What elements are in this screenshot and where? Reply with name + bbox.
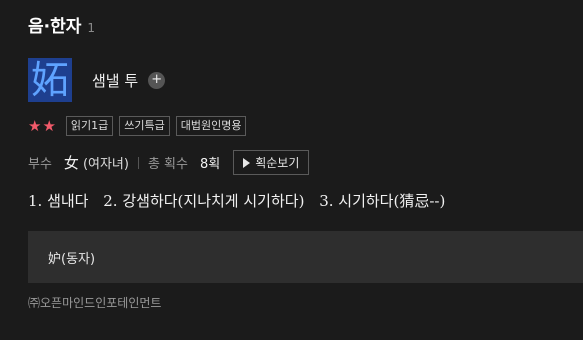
divider — [137, 156, 139, 169]
stroke-order-label: 획순보기 — [255, 156, 300, 170]
level-tags: ★★ 읽기1급 쓰기특급 대법원인명용 — [28, 116, 252, 136]
play-icon — [243, 157, 251, 168]
section-title: 음·한자 — [28, 17, 82, 37]
related-hanja[interactable]: 妒(동자) — [48, 248, 95, 267]
add-to-wordbook-button[interactable]: + — [148, 71, 166, 89]
radical-label: 부수 — [28, 157, 52, 172]
hanja-character[interactable]: 妬 — [28, 58, 72, 102]
hanja-meaning[interactable]: 샘낼 투 — [92, 70, 138, 91]
importance-stars-icon: ★★ — [28, 117, 57, 135]
hanja-heading: 妬 샘낼 투 + — [28, 58, 166, 102]
tag-name-use: 대법원인명용 — [175, 116, 247, 136]
definition-item: 1. 샘내다 — [28, 192, 89, 210]
plus-circle-icon: + — [151, 71, 163, 87]
tag-writing-level: 쓰기특급 — [119, 116, 170, 136]
related-hanja-panel: 妒(동자) — [28, 231, 583, 283]
section-header: 음·한자 1 — [28, 12, 95, 37]
definition-item: 3. 시기하다(猜忌--) — [319, 192, 446, 210]
stroke-order-button[interactable]: 획순보기 — [233, 150, 310, 175]
definition-list: 1. 샘내다 2. 강샘하다(지나치게 시기하다) 3. 시기하다(猜忌--) — [28, 190, 455, 211]
result-count: 1 — [87, 21, 96, 35]
strokes-value: 8획 — [199, 157, 221, 172]
radical-description: (여자녀) — [82, 157, 129, 172]
strokes-label: 총 획수 — [147, 157, 188, 172]
definition-item: 2. 강샘하다(지나치게 시기하다) — [103, 192, 305, 210]
radical-strokes-info: 부수 女 (여자녀) 총 획수 8획 획순보기 — [28, 150, 310, 175]
radical-character[interactable]: 女 — [64, 152, 79, 173]
tag-reading-level: 읽기1급 — [65, 116, 114, 136]
copyright-text: ㈜오픈마인드인포테인먼트 — [28, 296, 162, 310]
